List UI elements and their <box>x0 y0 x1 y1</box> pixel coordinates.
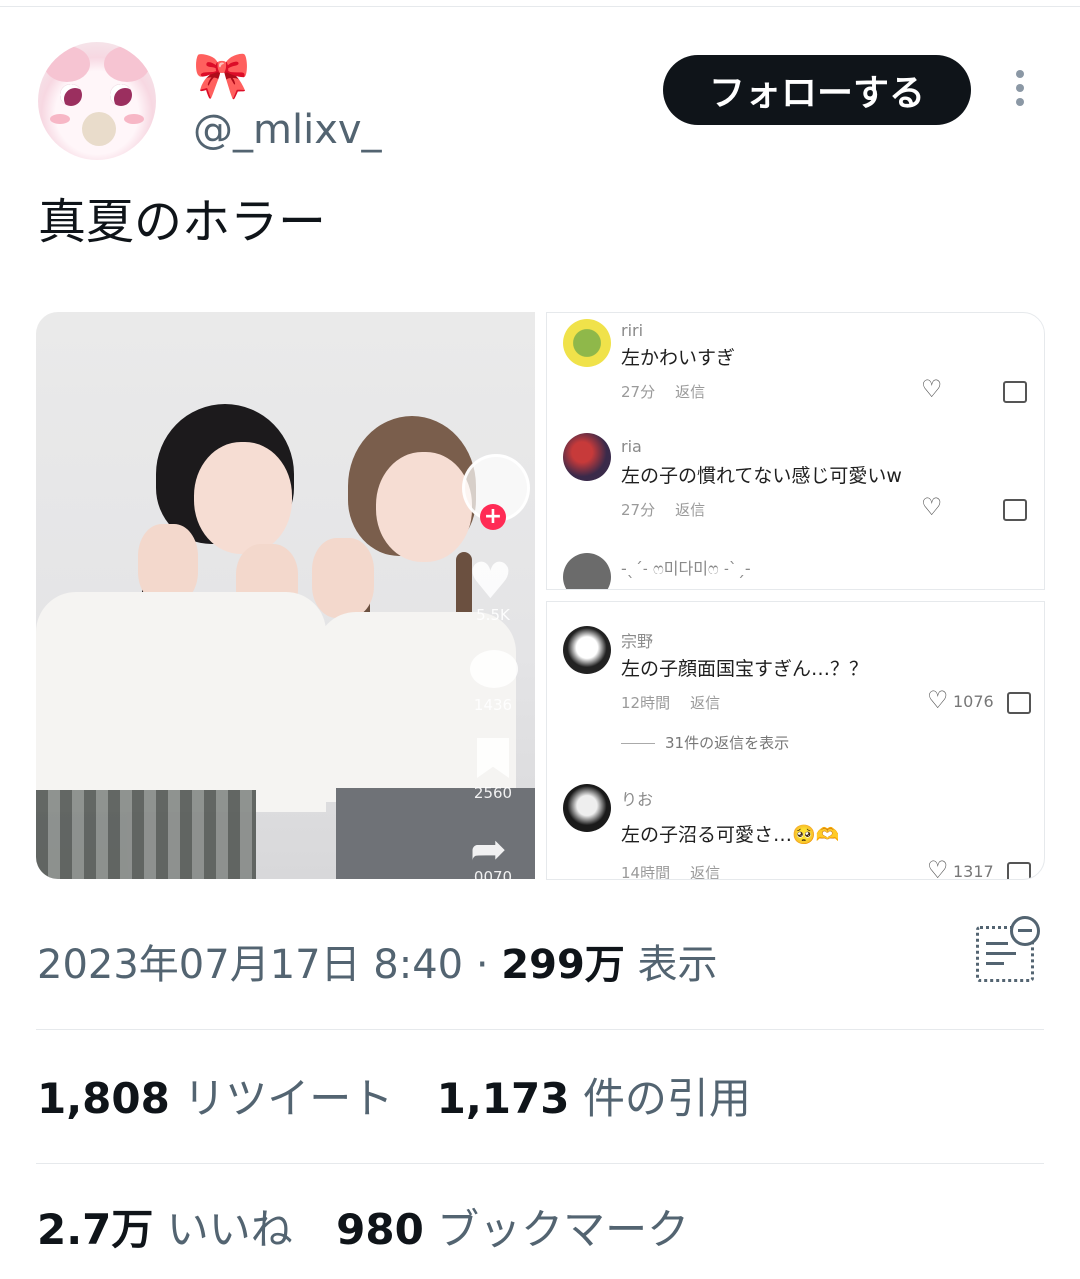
comment-text: 左かわいすぎ <box>621 347 736 369</box>
dislike-icon <box>1007 862 1031 879</box>
comment-time: 27分 <box>621 383 656 401</box>
media-image-video[interactable]: + ♥ 5.5K 1436 2560 ➦ 0070 <box>36 312 535 879</box>
comment-meta: 14時間 返信 <box>621 862 740 880</box>
share-icon: ➦ <box>470 824 507 875</box>
avatar-eye <box>110 84 132 106</box>
commenter-avatar <box>563 433 611 481</box>
comment-meta: 12時間 返信 <box>621 692 740 713</box>
user-handle[interactable]: @_mlixv_ <box>193 106 382 154</box>
analytics-line <box>986 952 1016 955</box>
more-vertical-icon[interactable] <box>1010 70 1030 114</box>
heart-icon: ♡ <box>927 686 949 714</box>
commenter-avatar <box>563 626 611 674</box>
comment-text: 左の子沼る可愛さ…🥺🫶 <box>621 824 840 846</box>
commenter-name: riri <box>621 321 644 340</box>
commenter-avatar <box>563 784 611 832</box>
avatar-blush <box>50 114 70 124</box>
tweet-timestamp[interactable]: 2023年07月17日 8:40 · 299万 表示 <box>37 935 718 995</box>
reply-link: 返信 <box>675 501 706 519</box>
avatar-ear <box>44 46 90 82</box>
bookmarks-count: 980 <box>336 1205 424 1254</box>
view-replies-link: 31件の返信を表示 <box>621 732 789 753</box>
comment-icon <box>470 650 518 688</box>
heart-icon: ♡ <box>921 493 943 521</box>
tweet-date[interactable]: 2023年07月17日 8:40 <box>37 942 463 988</box>
heart-icon: ♡ <box>921 375 943 403</box>
media-image-comments-top[interactable]: riri 左かわいすぎ 27分 返信 ♡ ria 左の子の慣れてない感じ可愛いw … <box>546 312 1045 590</box>
reply-link: 返信 <box>690 694 721 712</box>
comment-like-count: 1317 <box>953 862 994 880</box>
tweet-text: 真夏のホラー <box>38 194 327 250</box>
comment-time: 27分 <box>621 501 656 519</box>
person-face <box>194 442 292 554</box>
comment-meta: 27分 返信 <box>621 499 725 520</box>
analytics-icon[interactable] <box>974 916 1040 982</box>
dislike-icon <box>1003 381 1027 403</box>
stats-row-2: 2.7万 いいね 980 ブックマーク <box>37 1200 689 1260</box>
follow-button[interactable]: フォローする <box>663 55 971 125</box>
likes-label: いいね <box>166 1205 293 1254</box>
likes-count: 2.7万 <box>37 1205 154 1254</box>
quotes-label: 件の引用 <box>582 1074 751 1123</box>
avatar-eye <box>60 84 82 106</box>
bookmarks-stat[interactable]: 980 ブックマーク <box>336 1205 689 1254</box>
quotes-count: 1,173 <box>436 1074 570 1123</box>
media-image-comments-bottom[interactable]: 宗野 左の子顔面国宝すぎん…？？ 12時間 返信 ♡ 1076 31件の返信を表示… <box>546 601 1045 880</box>
divider <box>36 1163 1044 1164</box>
commenter-name: ria <box>621 437 642 456</box>
retweets-stat[interactable]: 1,808 リツイート <box>37 1074 393 1123</box>
avatar[interactable] <box>38 42 156 160</box>
person-hand <box>312 538 374 618</box>
comment-time: 12時間 <box>621 694 671 712</box>
commenter-name: 宗野 <box>621 632 654 651</box>
plus-icon: + <box>480 504 506 530</box>
comment-like-count: 1076 <box>953 692 994 711</box>
retweets-count: 1,808 <box>37 1074 170 1123</box>
analytics-line <box>986 942 1008 945</box>
analytics-line <box>986 962 1004 965</box>
heart-icon: ♡ <box>927 856 949 880</box>
reply-link: 返信 <box>675 383 706 401</box>
commenter-avatar <box>563 553 611 589</box>
comment-time: 14時間 <box>621 864 671 880</box>
separator: · <box>475 942 489 988</box>
comment-meta: 27分 返信 <box>621 381 725 402</box>
reply-link: 返信 <box>690 864 721 880</box>
dislike-icon <box>1003 499 1027 521</box>
heart-icon: ♥ <box>468 552 513 610</box>
likes-stat[interactable]: 2.7万 いいね <box>37 1205 293 1254</box>
stats-row-1: 1,808 リツイート 1,173 件の引用 <box>37 1069 751 1129</box>
video-bookmarks: 2560 <box>473 784 513 802</box>
person-shirt <box>36 592 326 812</box>
quotes-stat[interactable]: 1,173 件の引用 <box>437 1074 751 1123</box>
avatar-blush <box>124 114 144 124</box>
bookmarks-label: ブックマーク <box>437 1205 690 1254</box>
display-name[interactable]: 🎀 <box>193 50 250 100</box>
top-divider <box>0 0 1080 7</box>
person-skirt <box>36 790 256 879</box>
video-comments: 1436 <box>473 696 513 714</box>
views-count: 299万 <box>501 942 625 988</box>
minus-icon <box>1010 916 1040 946</box>
video-likes: 5.5K <box>476 606 510 624</box>
commenter-avatar <box>563 319 611 367</box>
person-face <box>376 452 472 562</box>
divider <box>36 1029 1044 1030</box>
video-shares: 0070 <box>473 868 513 879</box>
retweets-label: リツイート <box>183 1074 394 1123</box>
avatar-plush <box>82 112 116 146</box>
dislike-icon <box>1007 692 1031 714</box>
commenter-name: -ˎˊ˗ ෆ미다미ෆ ˗ˋˏ- <box>621 559 751 578</box>
comment-text: 左の子顔面国宝すぎん…？？ <box>621 658 869 680</box>
commenter-name: りお <box>621 790 654 809</box>
avatar-ear <box>104 46 150 82</box>
comment-text: 左の子の慣れてない感じ可愛いw <box>621 465 902 487</box>
views-label: 表示 <box>637 942 718 988</box>
